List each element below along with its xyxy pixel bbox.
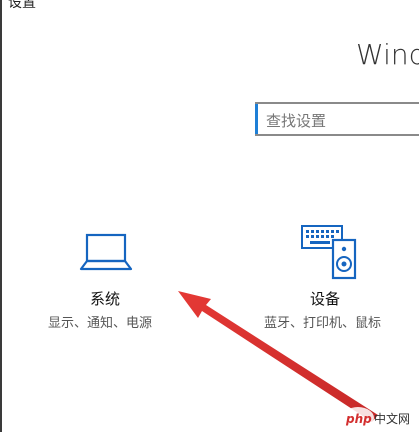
tile-system-description: 显示、通知、电源 [48, 316, 153, 331]
laptop-icon [79, 233, 133, 271]
search-placeholder: 查找设置 [266, 112, 327, 130]
php-watermark: php 中文网 [340, 404, 419, 432]
tile-system[interactable]: 系统 显示、通知、电源 [40, 215, 180, 335]
tile-devices[interactable]: 设备 蓝牙、打印机、鼠标 [255, 215, 415, 335]
window-title: 设置 [8, 0, 36, 11]
svg-text:中文网: 中文网 [374, 411, 410, 426]
tile-devices-description: 蓝牙、打印机、鼠标 [264, 316, 382, 331]
window-left-border [0, 0, 2, 432]
windows-heading: Windows [356, 38, 419, 71]
tile-devices-label: 设备 [310, 290, 341, 308]
php-logo-icon: php 中文网 [342, 407, 410, 429]
svg-text:php: php [345, 412, 372, 426]
settings-window: 设置 Windows 查找设置 系统 显示、通知、电源 设备 [0, 0, 419, 432]
tile-system-label: 系统 [90, 290, 121, 308]
search-cursor-accent [255, 104, 258, 134]
keyboard-speaker-icon [301, 225, 357, 280]
